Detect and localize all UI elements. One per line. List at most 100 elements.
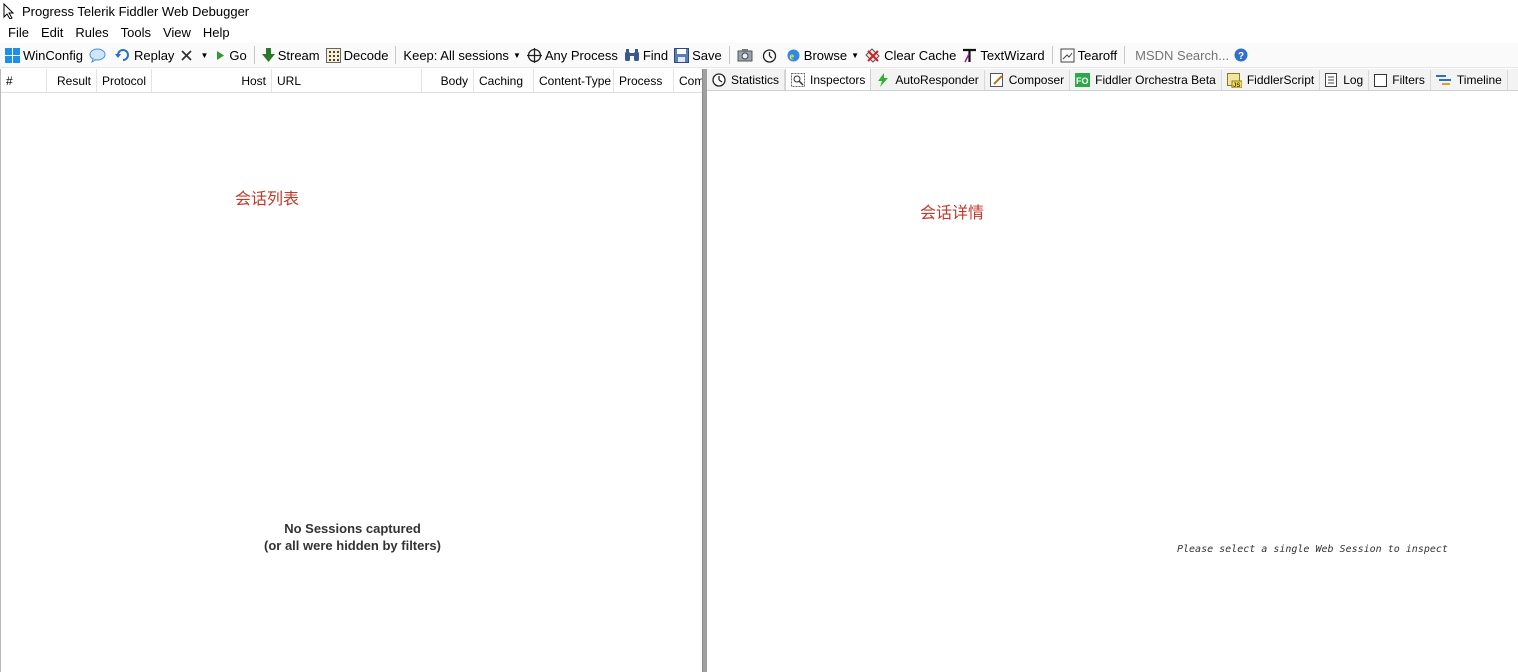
menu-view[interactable]: View [157,25,197,40]
svg-text:JS: JS [1233,83,1240,88]
detail-tab-bar: Statistics Inspectors AutoResponder Comp… [707,69,1518,91]
tab-filters[interactable]: Filters [1369,70,1431,90]
browse-label: Browse [803,47,848,63]
tab-inspectors[interactable]: Inspectors [785,69,872,90]
remove-dropdown-caret[interactable]: ▼ [200,51,208,60]
toolbar: WinConfig Replay ▼ Go Stream Decode Keep… [0,43,1518,68]
fiddler-orchestra-icon: FO [1075,73,1091,87]
timer-button[interactable] [759,44,783,66]
save-button[interactable]: Save [671,44,725,66]
camera-icon [737,48,753,61]
column-header-content-type[interactable]: Content-Type [534,69,614,93]
textwizard-label: TextWizard [980,47,1045,63]
column-header-protocol[interactable]: Protocol [97,69,152,93]
winconfig-button[interactable]: WinConfig [2,44,86,66]
tab-fiddlerscript-label: FiddlerScript [1246,73,1315,87]
replay-label: Replay [133,47,175,63]
speech-bubble-icon [89,48,106,63]
session-detail-annotation: 会话详情 [920,203,985,222]
no-sessions-line-1: No Sessions captured [284,521,421,536]
no-sessions-message: No Sessions captured (or all were hidden… [1,520,702,554]
winconfig-label: WinConfig [23,47,83,63]
no-sessions-line-2: (or all were hidden by filters) [264,538,441,553]
tab-fiddler-orchestra-label: Fiddler Orchestra Beta [1095,73,1216,87]
replay-button[interactable]: Replay [112,44,177,66]
column-header-url[interactable]: URL [272,69,422,93]
column-header-caching[interactable]: Caching [474,69,534,93]
help-button[interactable]: ? [1231,44,1254,66]
chevron-down-icon[interactable]: ▼ [851,51,859,60]
textwizard-icon [963,48,977,62]
keep-sessions-label: Keep: All sessions [403,47,509,63]
close-icon [181,49,193,61]
window-title: Progress Telerik Fiddler Web Debugger [22,3,250,19]
stream-button[interactable]: Stream [259,44,323,66]
svg-text:FO: FO [1076,76,1089,86]
session-detail-pane: Statistics Inspectors AutoResponder Comp… [707,69,1518,672]
column-header-result[interactable]: Result [47,69,97,93]
stream-label: Stream [277,47,320,63]
column-header-comments[interactable]: Comm [674,69,702,93]
composer-pencil-icon [989,73,1003,87]
toolbar-separator [253,46,255,64]
svg-text:e: e [789,51,794,62]
help-icon: ? [1234,48,1248,62]
session-list-annotation: 会话列表 [235,189,300,208]
inspect-placeholder-message: Please select a single Web Session to in… [1177,544,1448,555]
menu-tools[interactable]: Tools [115,25,157,40]
timer-icon [762,48,776,63]
find-label: Find [642,47,669,63]
tab-timeline[interactable]: Timeline [1431,70,1508,90]
keep-sessions-dropdown[interactable]: Keep: All sessions ▼ [400,44,523,66]
decode-button[interactable]: Decode [323,44,392,66]
find-button[interactable]: Find [621,44,671,66]
lightning-icon [878,73,889,87]
clear-cache-button[interactable]: Clear Cache [862,44,959,66]
menu-file[interactable]: File [2,25,35,40]
toolbar-separator [1051,46,1053,64]
session-list-pane[interactable]: # Result Protocol Host URL Body Caching … [0,69,703,672]
go-label: Go [229,47,247,63]
fiddler-logo-icon [2,2,18,20]
title-bar: Progress Telerik Fiddler Web Debugger [0,0,1518,22]
menu-help[interactable]: Help [197,25,236,40]
tab-filters-label: Filters [1392,73,1425,87]
tab-composer-label: Composer [1008,73,1065,87]
tab-composer[interactable]: Composer [985,70,1071,90]
crosshair-icon [526,47,542,63]
session-list-header: # Result Protocol Host URL Body Caching … [1,69,702,93]
tab-statistics[interactable]: Statistics [707,70,786,90]
tearoff-button[interactable]: Tearoff [1057,44,1121,66]
go-button[interactable]: Go [211,44,249,66]
tab-fiddler-orchestra[interactable]: FO Fiddler Orchestra Beta [1070,70,1222,90]
column-header-process[interactable]: Process [614,69,674,93]
tab-log[interactable]: Log [1320,70,1370,90]
tab-fiddlerscript[interactable]: JS FiddlerScript [1222,70,1321,90]
menu-bar: File Edit Rules Tools View Help [0,22,1518,43]
tab-autoresponder[interactable]: AutoResponder [871,70,985,90]
windows-icon [5,47,20,63]
column-header-host[interactable]: Host [152,69,272,93]
textwizard-button[interactable]: TextWizard [959,44,1047,66]
svg-text:?: ? [1238,51,1244,62]
column-header-body[interactable]: Body [422,69,474,93]
tab-timeline-label: Timeline [1456,73,1502,87]
column-header-number[interactable]: # [1,69,47,93]
comment-button[interactable] [86,44,112,66]
browse-button[interactable]: e Browse ▼ [783,44,862,66]
tab-inspectors-label: Inspectors [810,72,866,87]
tearoff-icon [1060,48,1075,62]
timeline-bars-icon [1435,75,1451,85]
menu-rules[interactable]: Rules [69,25,114,40]
toolbar-separator [728,46,730,64]
decode-grid-icon [325,47,341,63]
any-process-label: Any Process [544,47,618,63]
toolbar-separator [1124,46,1126,64]
screenshot-button[interactable] [734,44,759,66]
clear-cache-icon [865,47,880,63]
remove-button[interactable]: ▼ [177,44,211,66]
menu-edit[interactable]: Edit [35,25,69,40]
any-process-button[interactable]: Any Process [524,44,621,66]
tab-statistics-label: Statistics [731,73,780,87]
msdn-search-input[interactable] [1135,47,1232,63]
